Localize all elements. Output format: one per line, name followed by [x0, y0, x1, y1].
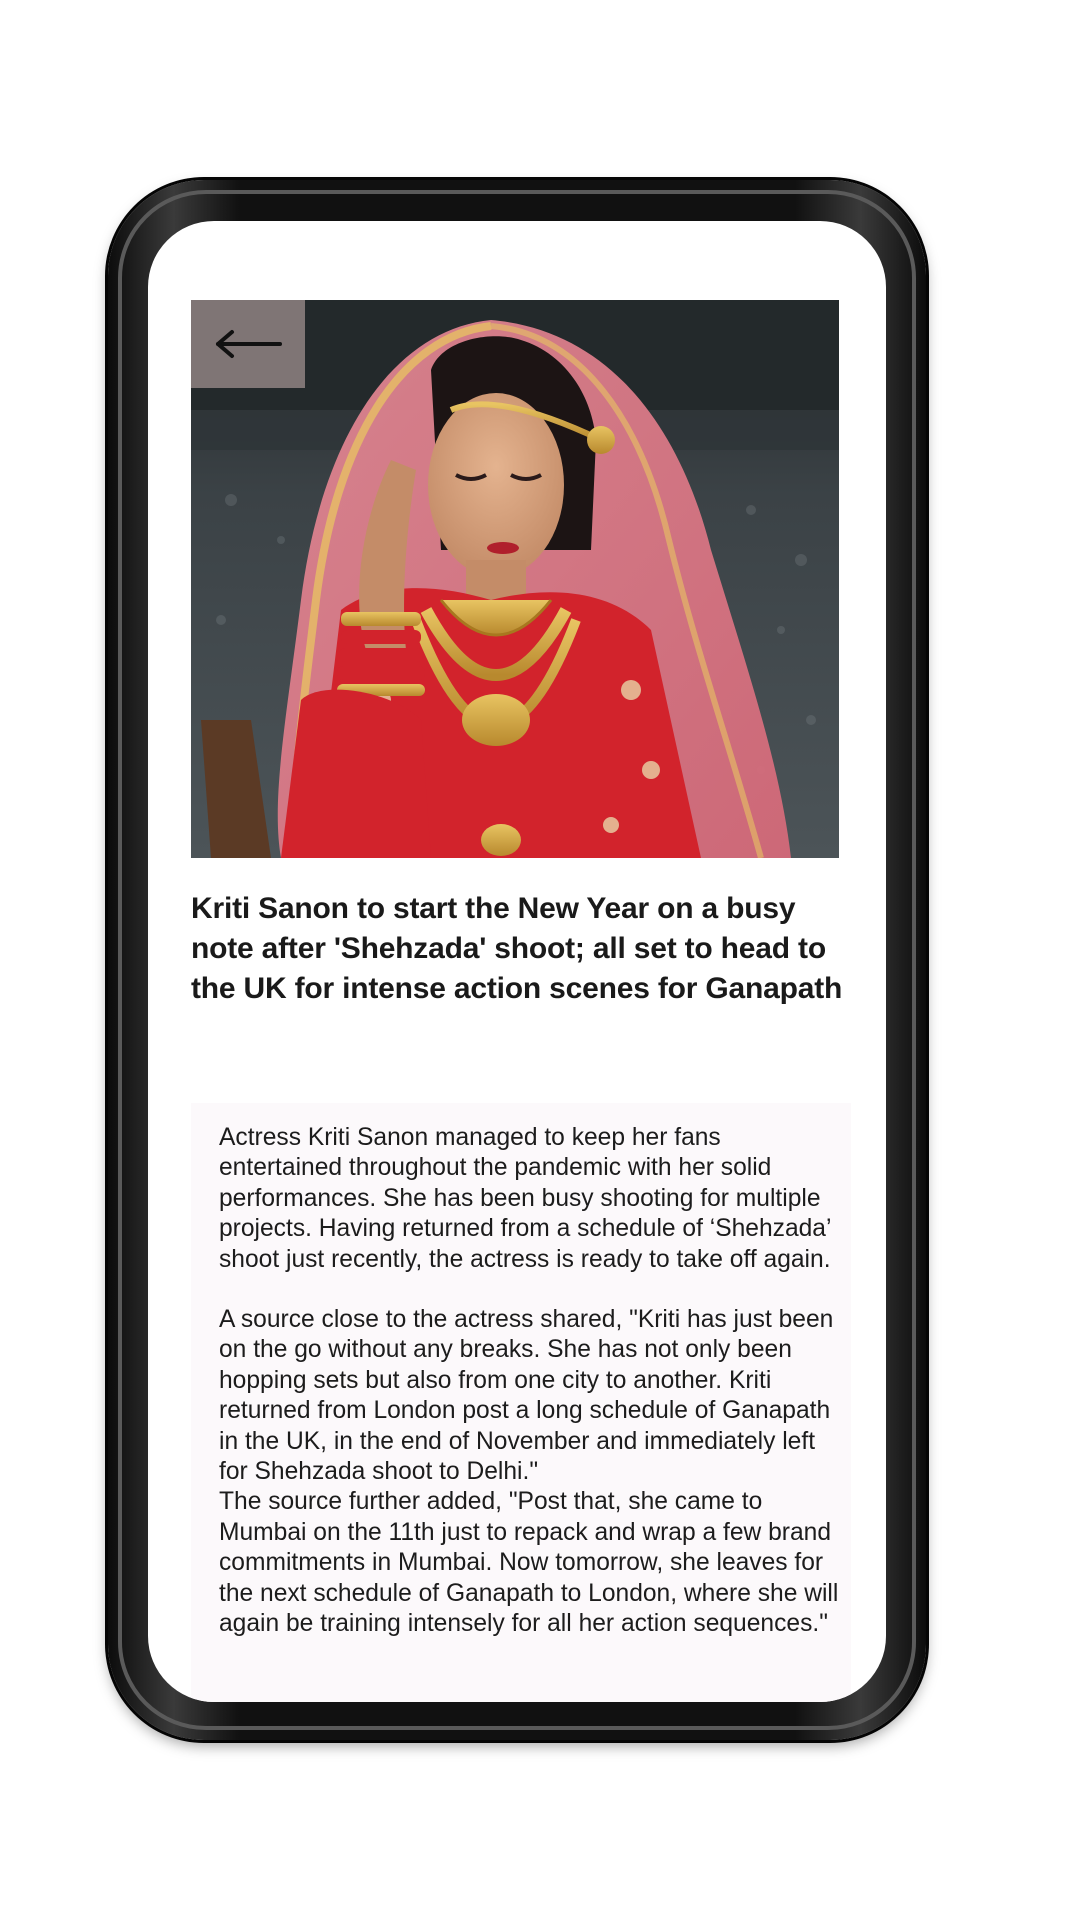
arrow-left-icon [216, 330, 282, 358]
article-headline: Kriti Sanon to start the New Year on a b… [191, 892, 843, 1005]
article-paragraph: Actress Kriti Sanon managed to keep her … [219, 1124, 831, 1273]
article-paragraph: A source close to the actress shared, "K… [219, 1306, 839, 1638]
back-button[interactable] [191, 300, 305, 388]
stage: Kriti Sanon to start the New Year on a b… [0, 0, 1080, 1920]
article-hero-image [191, 300, 839, 858]
phone-screen[interactable]: Kriti Sanon to start the New Year on a b… [148, 221, 886, 1702]
article-body[interactable]: Actress Kriti Sanon managed to keep her … [191, 1103, 851, 1702]
